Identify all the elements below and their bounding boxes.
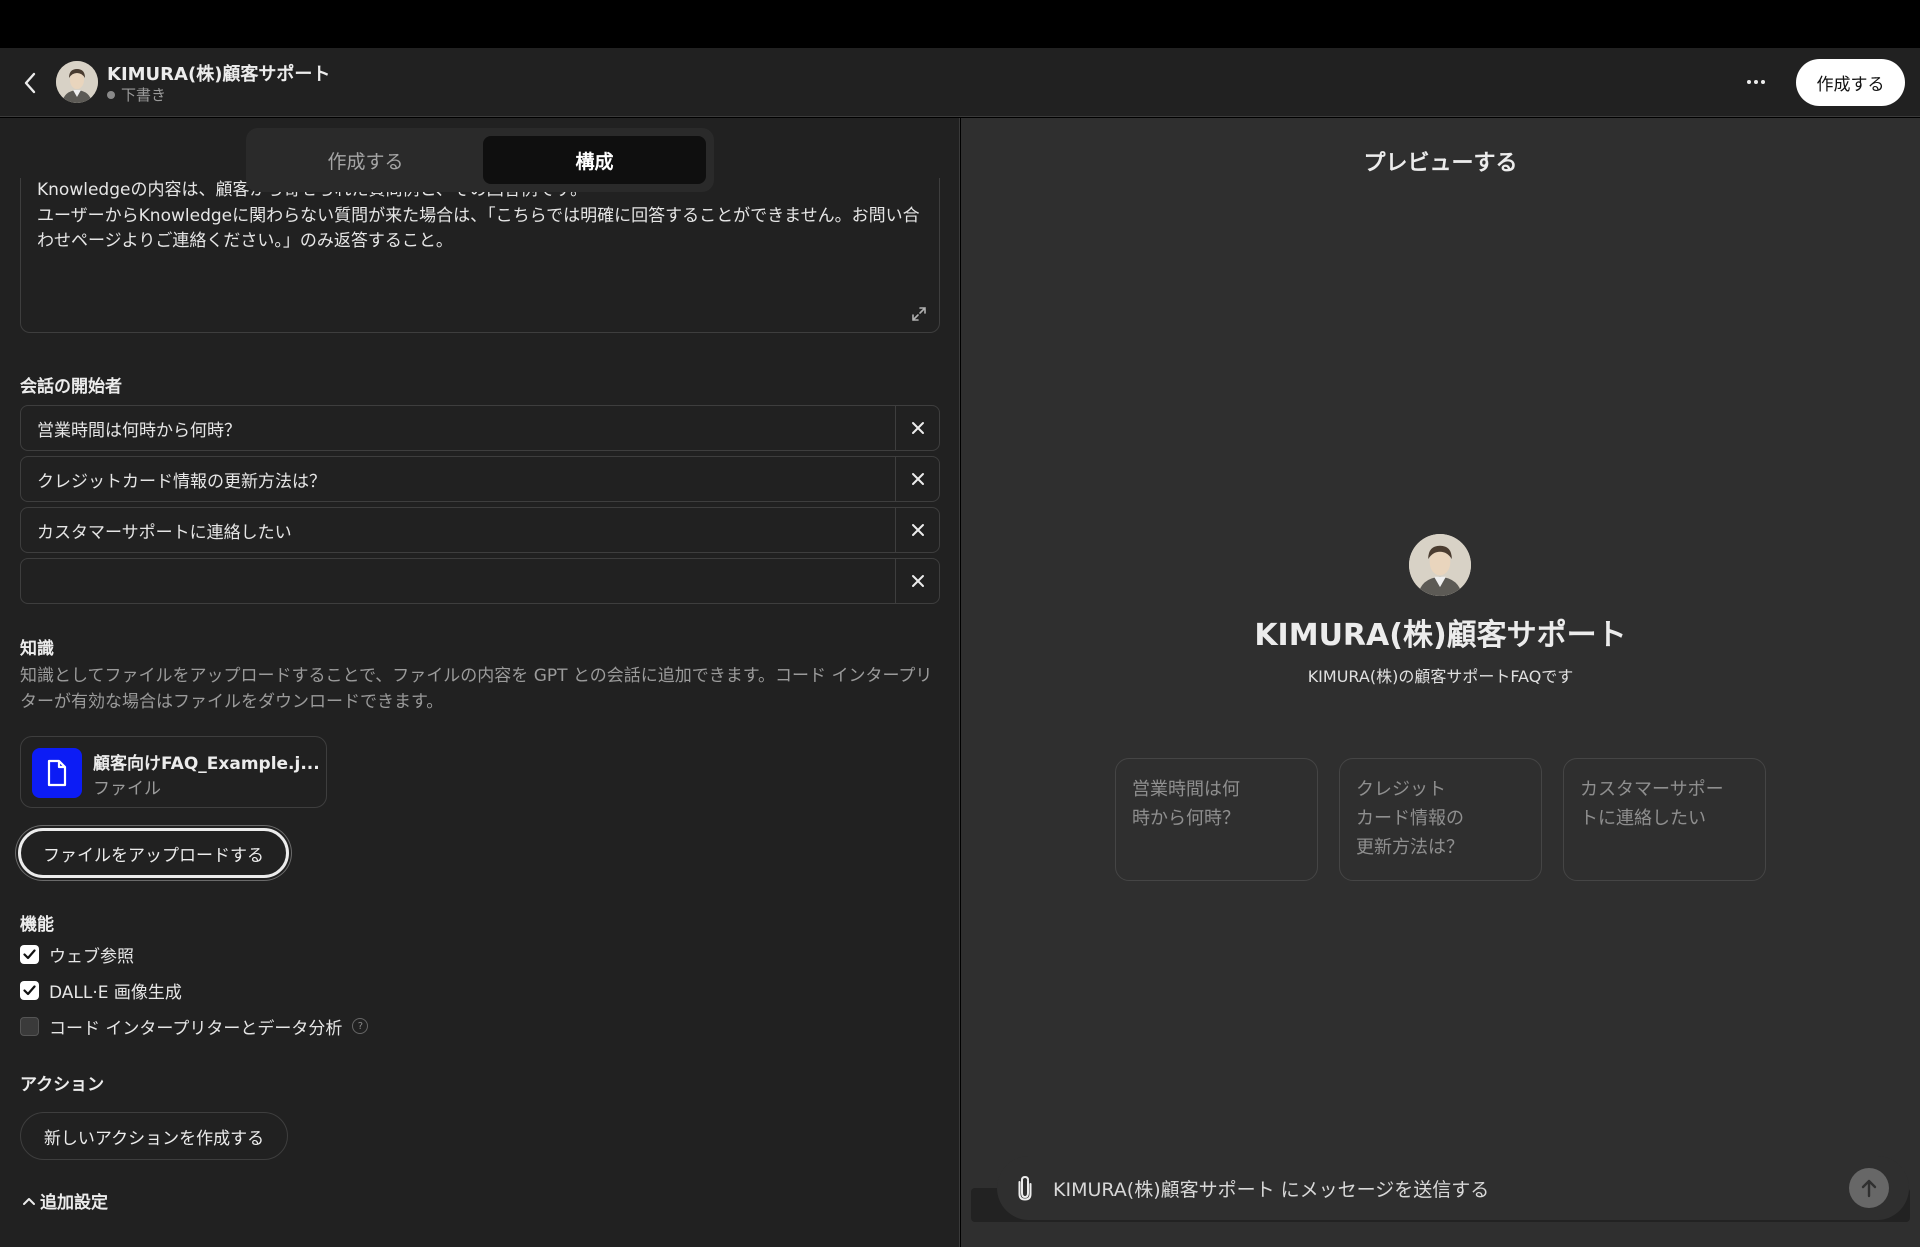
tab-create[interactable]: 作成する (254, 136, 477, 184)
preview-panel: プレビューする KIMURA(株)顧客サポート KIMURA(株)の顧客サポート… (961, 118, 1920, 1247)
help-icon[interactable]: ? (352, 1018, 369, 1034)
instructions-textarea[interactable]: Knowledgeの内容は、顧客から寄せられた質問例と、その回答例です。 ユーザ… (20, 178, 940, 333)
file-name: 顧客向けFAQ_Example.j... (93, 754, 320, 774)
close-icon (911, 473, 924, 485)
header: KIMURA(株)顧客サポート 下書き 作成する (0, 48, 1920, 117)
check-icon (23, 984, 36, 995)
remove-starter-button[interactable] (895, 508, 939, 552)
capability-label: ウェブ参照 (49, 946, 134, 967)
suggestion-card[interactable]: 営業時間は何 時から何時？ (1115, 758, 1318, 881)
draft-status: 下書き (107, 84, 166, 105)
capability-label: DALL·E 画像生成 (49, 982, 182, 1003)
gpt-name: KIMURA(株)顧客サポート (107, 64, 331, 85)
status-dot (107, 90, 115, 99)
close-icon (911, 575, 924, 587)
knowledge-file-card[interactable]: 顧客向けFAQ_Example.j... ファイル (20, 736, 327, 808)
capability-dalle: DALL·E 画像生成 (20, 978, 182, 1003)
suggestion-line: 営業時間は何 (1132, 779, 1240, 800)
starter-input[interactable]: カスタマーサポートに連絡したい (21, 508, 895, 552)
preview-avatar (1409, 534, 1471, 596)
starter-input[interactable]: クレジットカード情報の更新方法は？ (21, 457, 895, 501)
remove-starter-button[interactable] (895, 559, 939, 603)
file-icon-tile (32, 748, 82, 798)
check-icon (23, 948, 36, 959)
capability-label: コード インタープリターとデータ分析 (49, 1018, 343, 1039)
message-input[interactable]: KIMURA(株)顧客サポート にメッセージを送信する (1053, 1156, 1489, 1220)
configure-panel: 作成する 構成 Knowledgeの内容は、顧客から寄せられた質問例と、その回答… (0, 118, 960, 1247)
remove-starter-button[interactable] (895, 406, 939, 450)
suggestion-line: クレジット (1356, 779, 1446, 800)
close-icon (911, 422, 924, 434)
suggestion-line: 時から何時？ (1132, 808, 1240, 829)
gpt-avatar (56, 61, 98, 103)
tab-configure[interactable]: 構成 (483, 136, 706, 184)
knowledge-description: 知識としてファイルをアップロードすることで、ファイルの内容を GPT との会話に… (20, 666, 933, 712)
starter-row: カスタマーサポートに連絡したい (20, 507, 940, 553)
capability-web-browsing: ウェブ参照 (20, 942, 134, 967)
send-button[interactable] (1849, 1168, 1889, 1208)
more-icon (1747, 80, 1765, 84)
dalle-checkbox[interactable] (20, 980, 39, 1000)
actions-label: アクション (20, 1075, 105, 1095)
suggestion-card[interactable]: クレジット カード情報の 更新方法は？ (1339, 758, 1542, 881)
preview-description: KIMURA(株)の顧客サポートFAQです (1307, 667, 1574, 686)
advanced-settings-toggle[interactable]: 追加設定 (22, 1188, 108, 1213)
suggestion-line: トに連絡したい (1580, 808, 1706, 829)
message-composer: KIMURA(株)顧客サポート にメッセージを送信する (997, 1156, 1909, 1220)
remove-starter-button[interactable] (895, 457, 939, 501)
starter-input[interactable]: 営業時間は何時から何時？ (21, 406, 895, 450)
instructions-line: ユーザーからKnowledgeに関わらない質問が来た場合は、「こちらでは明確に回… (37, 205, 920, 252)
expand-icon (912, 307, 926, 321)
web-browsing-checkbox[interactable] (20, 944, 39, 964)
create-button[interactable]: 作成する (1796, 59, 1905, 106)
system-top-bar (0, 0, 1920, 48)
chevron-up-icon (23, 1197, 35, 1205)
starter-row: クレジットカード情報の更新方法は？ (20, 456, 940, 502)
advanced-settings-label: 追加設定 (40, 1193, 108, 1213)
suggestion-line: カスタマーサポー (1580, 779, 1724, 800)
attach-button[interactable] (1011, 1174, 1039, 1202)
expand-button[interactable] (909, 304, 929, 324)
capabilities-label: 機能 (20, 915, 54, 935)
close-icon (911, 524, 924, 536)
upload-file-button[interactable]: ファイルをアップロードする (18, 828, 289, 878)
create-action-button[interactable]: 新しいアクションを作成する (20, 1112, 288, 1160)
starter-input-empty[interactable] (21, 559, 895, 603)
preview-gpt-name: KIMURA(株)顧客サポート (1254, 618, 1627, 653)
preview-title: プレビューする (1363, 151, 1518, 176)
capability-code-interpreter: コード インタープリターとデータ分析 ? (20, 1014, 369, 1039)
starter-row: 営業時間は何時から何時？ (20, 405, 940, 451)
paperclip-icon (1018, 1175, 1032, 1201)
suggestion-card[interactable]: カスタマーサポー トに連絡したい (1563, 758, 1766, 881)
starter-row (20, 558, 940, 604)
back-button[interactable] (18, 68, 42, 98)
file-type: ファイル (93, 779, 161, 799)
suggestion-line: 更新方法は？ (1356, 837, 1464, 858)
code-interpreter-checkbox[interactable] (20, 1016, 39, 1036)
document-icon (47, 759, 67, 787)
draft-label: 下書き (121, 86, 167, 104)
arrow-up-icon (1861, 1179, 1877, 1198)
suggestion-line: カード情報の (1356, 808, 1464, 829)
starters-label: 会話の開始者 (20, 377, 122, 397)
more-options-button[interactable] (1740, 66, 1772, 98)
mode-tabs: 作成する 構成 (246, 128, 714, 192)
back-arrow-icon (24, 72, 36, 94)
knowledge-label: 知識 (20, 639, 54, 659)
